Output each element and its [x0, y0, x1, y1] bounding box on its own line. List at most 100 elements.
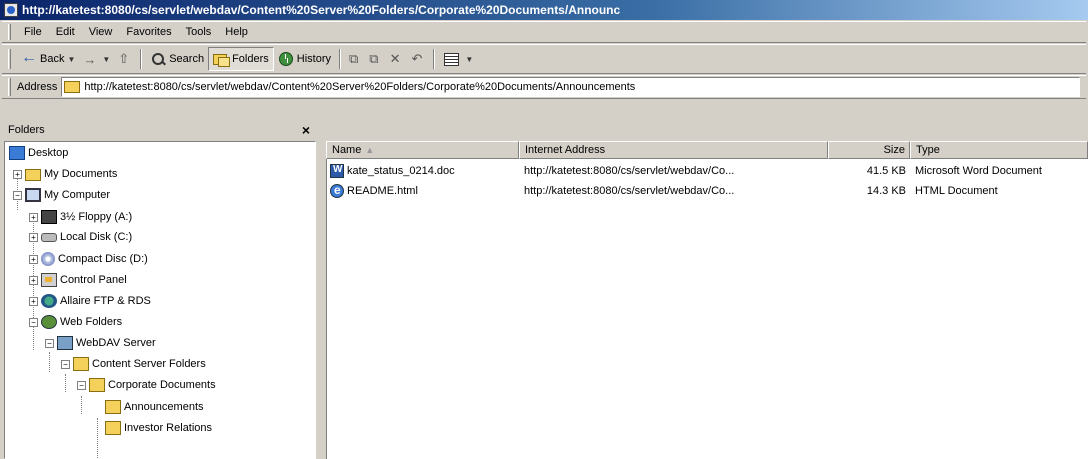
delete-x-icon: ✕: [389, 51, 401, 66]
column-header-name[interactable]: Name ▲: [326, 141, 519, 159]
search-button[interactable]: Search: [146, 47, 208, 71]
column-headers: Name ▲ Internet Address Size Type: [326, 141, 1088, 159]
expand-plus-icon[interactable]: +: [29, 296, 38, 306]
tree-item-label: My Computer: [44, 189, 111, 201]
column-header-size[interactable]: Size: [828, 141, 910, 159]
folders-icon: [213, 51, 231, 67]
tree-item-label: Content Server Folders: [92, 358, 206, 370]
forward-button[interactable]: → ▼: [79, 47, 114, 71]
menu-tools[interactable]: Tools: [179, 24, 219, 40]
tree-item-my-computer[interactable]: − My Computer: [13, 188, 110, 202]
forward-dropdown-icon[interactable]: ▼: [102, 55, 110, 64]
close-icon[interactable]: ×: [302, 122, 310, 138]
views-button[interactable]: ▼: [439, 47, 477, 71]
menu-help[interactable]: Help: [218, 24, 255, 40]
tree-item-web-folders[interactable]: − Web Folders: [29, 315, 122, 329]
tree-item-compact-disc[interactable]: + Compact Disc (D:): [29, 252, 148, 266]
folders-button[interactable]: Folders: [208, 47, 274, 71]
html-doc-icon: [330, 184, 344, 198]
undo-button[interactable]: ↶: [408, 47, 430, 71]
toolbar-separator: [339, 49, 341, 69]
control-panel-icon: [41, 273, 57, 287]
collapse-minus-icon[interactable]: −: [45, 338, 54, 348]
menu-view[interactable]: View: [82, 24, 120, 40]
column-header-label: Internet Address: [525, 144, 606, 156]
column-header-internet-address[interactable]: Internet Address: [519, 141, 828, 159]
history-icon: [278, 51, 294, 67]
cd-icon: [41, 252, 55, 266]
address-label: Address: [17, 81, 58, 93]
copy-to-icon: ⧉: [369, 51, 379, 66]
up-folder-button[interactable]: ⇧: [114, 47, 136, 71]
tree-item-control-panel[interactable]: + Control Panel: [29, 273, 127, 287]
table-row[interactable]: README.html http://katetest:8080/cs/serv…: [326, 182, 1088, 200]
table-row[interactable]: kate_status_0214.doc http://katetest:808…: [326, 162, 1088, 180]
toolbar-grip[interactable]: [8, 49, 11, 69]
address-input[interactable]: http://katetest:8080/cs/servlet/webdav/C…: [61, 77, 1080, 97]
back-label: Back: [40, 53, 65, 65]
internet-explorer-icon: [4, 3, 18, 17]
menu-file[interactable]: File: [17, 24, 49, 40]
history-button[interactable]: History: [274, 47, 335, 71]
expand-plus-icon[interactable]: +: [29, 212, 38, 222]
tree-item-label: Desktop: [28, 147, 69, 159]
address-bar: Address http://katetest:8080/cs/servlet/…: [2, 75, 1086, 99]
tree-item-investor-relations[interactable]: Investor Relations: [105, 421, 212, 435]
folder-icon: [25, 167, 41, 181]
up-folder-icon: ⇧: [118, 51, 130, 66]
folder-icon: [73, 357, 89, 371]
forward-arrow-icon: →: [83, 51, 97, 67]
folder-icon: [89, 378, 105, 392]
file-name-cell[interactable]: README.html: [326, 184, 519, 198]
menu-bar-grip[interactable]: [8, 24, 11, 40]
collapse-minus-icon[interactable]: −: [61, 359, 70, 369]
tree-item-local-disk[interactable]: + Local Disk (C:): [29, 231, 132, 243]
type-cell: HTML Document: [915, 185, 998, 197]
window-title: http://katetest:8080/cs/servlet/webdav/C…: [22, 3, 621, 17]
folder-icon: [105, 421, 121, 435]
folders-pane-title: Folders: [8, 124, 45, 136]
back-button[interactable]: Back ▼: [17, 47, 79, 71]
title-bar[interactable]: http://katetest:8080/cs/servlet/webdav/C…: [0, 0, 1088, 20]
address-bar-grip[interactable]: [8, 78, 11, 96]
tree-item-announcements[interactable]: Announcements: [105, 400, 204, 414]
undo-icon: ↶: [411, 51, 423, 66]
size-cell: 14.3 KB: [866, 185, 906, 197]
pane-splitter[interactable]: [316, 119, 326, 459]
file-name-cell[interactable]: kate_status_0214.doc: [326, 164, 519, 178]
tree-item-allaire-ftp[interactable]: + Allaire FTP & RDS: [29, 294, 151, 308]
file-name: kate_status_0214.doc: [347, 165, 455, 177]
move-to-button[interactable]: ⧉: [345, 47, 365, 71]
folders-tree[interactable]: Desktop + My Documents − My Computer + 3…: [4, 141, 316, 459]
tree-item-content-server-folders[interactable]: − Content Server Folders: [61, 357, 206, 371]
computer-icon: [25, 188, 41, 202]
expand-plus-icon[interactable]: +: [29, 232, 38, 242]
tree-item-corporate-documents[interactable]: − Corporate Documents: [77, 378, 216, 392]
standard-toolbar: Back ▼ → ▼ ⇧ Search Folders History ⧉ ⧉ …: [2, 44, 1086, 74]
collapse-minus-icon[interactable]: −: [77, 380, 86, 390]
menu-favorites[interactable]: Favorites: [119, 24, 178, 40]
toolbar-separator: [433, 49, 436, 69]
move-to-icon: ⧉: [349, 51, 359, 66]
tree-item-floppy[interactable]: + 3½ Floppy (A:): [29, 210, 132, 224]
column-header-type[interactable]: Type: [910, 141, 1088, 159]
tree-item-desktop[interactable]: Desktop: [9, 146, 68, 160]
floppy-icon: [41, 210, 57, 224]
collapse-minus-icon[interactable]: −: [29, 317, 38, 327]
expand-plus-icon[interactable]: +: [13, 169, 22, 179]
collapse-minus-icon[interactable]: −: [13, 190, 22, 200]
toolbar-separator: [140, 49, 143, 69]
expand-plus-icon[interactable]: +: [29, 275, 38, 285]
copy-to-button[interactable]: ⧉: [365, 47, 385, 71]
views-dropdown-icon[interactable]: ▼: [465, 55, 473, 64]
back-dropdown-icon[interactable]: ▼: [67, 55, 75, 64]
expand-plus-icon[interactable]: +: [29, 254, 38, 264]
tree-item-label: Web Folders: [60, 316, 123, 328]
menu-edit[interactable]: Edit: [49, 24, 82, 40]
column-header-label: Type: [916, 144, 940, 156]
tree-item-label: Allaire FTP & RDS: [60, 295, 151, 307]
desktop-icon: [9, 146, 25, 160]
tree-item-my-documents[interactable]: + My Documents: [13, 167, 117, 181]
delete-button[interactable]: ✕: [386, 47, 408, 71]
tree-item-webdav-server[interactable]: − WebDAV Server: [45, 336, 156, 350]
